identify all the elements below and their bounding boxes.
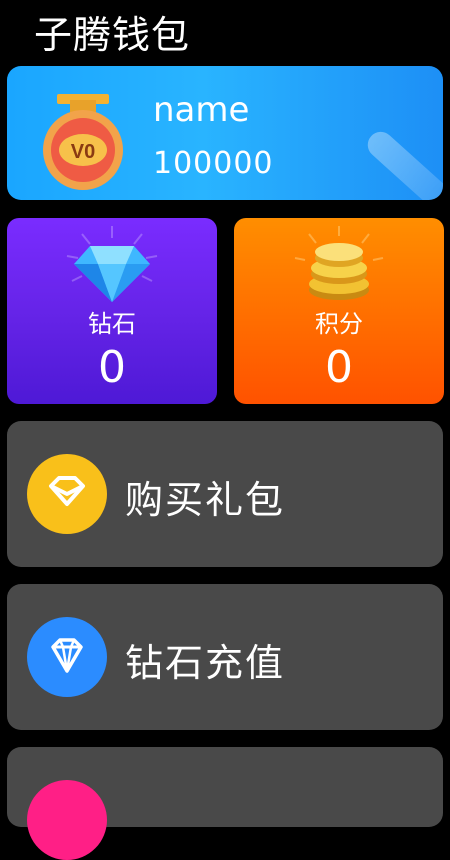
diamond-label: 钻石 xyxy=(88,310,136,338)
buy-gift-pack-button[interactable]: 购买礼包 xyxy=(7,421,443,567)
diamond-recharge-label: 钻石充值 xyxy=(125,641,286,685)
user-card[interactable]: V0 name 100000 xyxy=(7,66,443,200)
menu-item-third[interactable] xyxy=(7,747,443,860)
coins-icon xyxy=(294,226,384,300)
gift-diamond-icon xyxy=(27,454,107,534)
diamond-value: 0 xyxy=(98,342,126,393)
diamond-icon xyxy=(66,226,158,302)
vip-level-text: V0 xyxy=(71,141,95,163)
points-value: 0 xyxy=(325,342,353,393)
diamond-recharge-icon xyxy=(27,617,107,697)
user-name: name xyxy=(153,90,250,130)
points-label: 积分 xyxy=(315,310,363,338)
buy-gift-pack-label: 购买礼包 xyxy=(125,478,286,522)
user-id: 100000 xyxy=(153,146,274,181)
vip-level-badge-icon: V0 xyxy=(43,94,123,190)
points-balance-card[interactable]: 积分 0 xyxy=(234,218,444,404)
diamond-recharge-button[interactable]: 钻石充值 xyxy=(7,584,443,730)
decorative-stripe xyxy=(362,126,443,200)
circle-icon xyxy=(27,780,107,860)
page-title: 子腾钱包 xyxy=(34,13,191,57)
diamond-balance-card[interactable]: 钻石 0 xyxy=(7,218,217,404)
